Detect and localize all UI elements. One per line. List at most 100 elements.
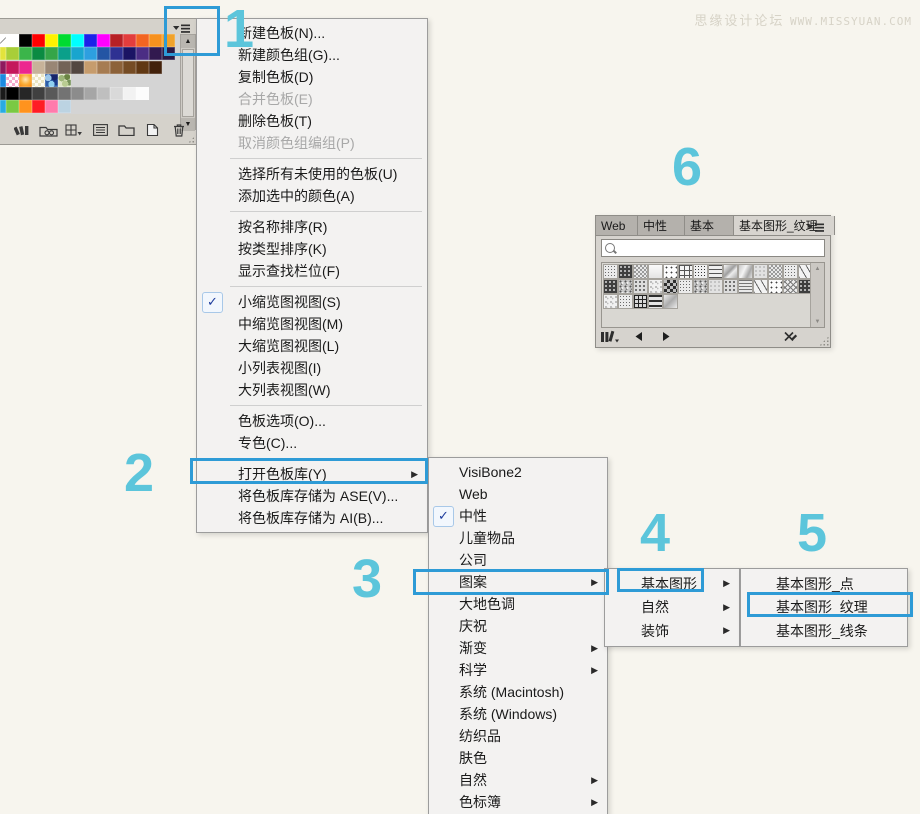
color-swatch[interactable] — [58, 87, 71, 100]
menu-item[interactable]: 庆祝 — [429, 615, 607, 637]
scrollbar-thumb[interactable] — [182, 49, 194, 117]
color-swatch[interactable] — [123, 61, 136, 74]
color-swatch[interactable] — [110, 47, 123, 60]
menu-item[interactable]: 系统 (Macintosh) — [429, 681, 607, 703]
color-swatch[interactable] — [19, 34, 32, 47]
pattern-swatch[interactable] — [753, 264, 768, 279]
pattern-swatch[interactable] — [768, 264, 783, 279]
menu-item[interactable]: 大缩览图视图(L) — [197, 335, 427, 357]
menu-item[interactable]: 选择所有未使用的色板(U) — [197, 163, 427, 185]
color-swatch[interactable] — [110, 87, 123, 100]
menu-item[interactable]: 中缩览图视图(M) — [197, 313, 427, 335]
color-swatch[interactable] — [97, 87, 110, 100]
color-swatch[interactable] — [58, 100, 71, 113]
menu-item[interactable]: 科学▶ — [429, 659, 607, 681]
color-swatch[interactable] — [71, 47, 84, 60]
color-swatch[interactable] — [32, 100, 45, 113]
color-swatch[interactable] — [45, 47, 58, 60]
menu-item[interactable]: 基本图形_线条 — [741, 619, 907, 643]
new-color-group-icon[interactable] — [117, 121, 137, 139]
color-swatch[interactable] — [149, 47, 162, 60]
pattern-swatch[interactable] — [633, 279, 648, 294]
color-swatch[interactable] — [97, 61, 110, 74]
color-swatch[interactable] — [136, 47, 149, 60]
new-swatch-icon[interactable] — [143, 121, 163, 139]
color-swatch[interactable] — [45, 34, 58, 47]
menu-item[interactable]: 色板选项(O)... — [197, 410, 427, 432]
color-swatch[interactable] — [97, 47, 110, 60]
menu-item[interactable]: Web — [429, 483, 607, 505]
color-swatch[interactable] — [6, 47, 19, 60]
pattern-swatch[interactable] — [723, 279, 738, 294]
prev-page-icon[interactable] — [628, 327, 648, 345]
color-swatch[interactable] — [97, 34, 110, 47]
color-swatch[interactable] — [19, 74, 32, 87]
color-swatch[interactable] — [136, 87, 149, 100]
pattern-swatch[interactable] — [693, 279, 708, 294]
menu-item[interactable]: 公司 — [429, 549, 607, 571]
swatch-libraries-icon[interactable] — [12, 121, 32, 139]
library-menu-icon[interactable] — [600, 327, 620, 345]
color-swatch[interactable] — [136, 61, 149, 74]
color-swatch[interactable] — [110, 34, 123, 47]
pattern-swatch[interactable] — [768, 279, 783, 294]
panel-tab[interactable]: Web — [596, 216, 638, 235]
color-swatch[interactable] — [71, 87, 84, 100]
color-swatch[interactable] — [123, 87, 136, 100]
color-swatch[interactable] — [32, 61, 45, 74]
menu-item[interactable]: 儿童物品 — [429, 527, 607, 549]
menu-item[interactable]: VisiBone2 — [429, 461, 607, 483]
color-swatch[interactable] — [58, 61, 71, 74]
panel-menu-icon[interactable] — [806, 220, 826, 238]
menu-item[interactable]: 纺织品 — [429, 725, 607, 747]
pattern-swatch[interactable] — [708, 264, 723, 279]
menu-item[interactable]: 按类型排序(K) — [197, 238, 427, 260]
pattern-swatch[interactable] — [708, 279, 723, 294]
color-swatch[interactable] — [84, 34, 97, 47]
menu-item[interactable]: 大地色调 — [429, 593, 607, 615]
menu-item[interactable]: 肤色 — [429, 747, 607, 769]
menu-item[interactable]: 大列表视图(W) — [197, 379, 427, 401]
pattern-swatch[interactable] — [753, 279, 768, 294]
color-swatch[interactable] — [45, 74, 58, 87]
pattern-swatch[interactable] — [738, 264, 753, 279]
menu-item[interactable]: 自然▶ — [429, 769, 607, 791]
panel-tab[interactable]: 中性 — [638, 216, 685, 235]
pattern-swatch[interactable] — [693, 264, 708, 279]
pattern-swatch[interactable] — [648, 279, 663, 294]
scroll-up-icon[interactable]: ▲ — [811, 263, 824, 274]
color-swatch[interactable] — [19, 87, 32, 100]
swatch-options-icon[interactable] — [64, 121, 84, 139]
color-swatch[interactable] — [149, 61, 162, 74]
pattern-swatch[interactable] — [618, 294, 633, 309]
menu-item[interactable]: 添加选中的颜色(A) — [197, 185, 427, 207]
color-swatch[interactable] — [19, 47, 32, 60]
menu-item[interactable]: 复制色板(D) — [197, 66, 427, 88]
color-swatch[interactable] — [6, 61, 19, 74]
remove-swatch-icon[interactable] — [780, 327, 800, 345]
color-swatch[interactable] — [110, 61, 123, 74]
color-swatch[interactable] — [45, 100, 58, 113]
menu-item[interactable]: 装饰▶ — [605, 619, 739, 643]
pattern-scrollbar[interactable]: ▲ ▼ — [810, 263, 824, 327]
pattern-swatch[interactable] — [618, 264, 633, 279]
pattern-swatch[interactable] — [633, 264, 648, 279]
pattern-swatch[interactable] — [633, 294, 648, 309]
color-swatch[interactable] — [84, 61, 97, 74]
pattern-swatch[interactable] — [663, 264, 678, 279]
color-swatch[interactable] — [71, 61, 84, 74]
list-view-icon[interactable] — [90, 121, 110, 139]
color-swatch[interactable] — [32, 47, 45, 60]
menu-item[interactable]: ✓小缩览图视图(S) — [197, 291, 427, 313]
pattern-swatch[interactable] — [723, 264, 738, 279]
delete-swatch-icon[interactable] — [169, 121, 189, 139]
color-swatch[interactable] — [19, 61, 32, 74]
color-swatch[interactable] — [45, 87, 58, 100]
menu-item[interactable]: 自然▶ — [605, 596, 739, 620]
menu-item[interactable]: 删除色板(T) — [197, 110, 427, 132]
color-swatch[interactable] — [32, 87, 45, 100]
color-swatch[interactable] — [123, 47, 136, 60]
menu-item[interactable]: 专色(C)... — [197, 432, 427, 454]
color-swatch[interactable] — [136, 34, 149, 47]
menu-item[interactable]: 渐变▶ — [429, 637, 607, 659]
